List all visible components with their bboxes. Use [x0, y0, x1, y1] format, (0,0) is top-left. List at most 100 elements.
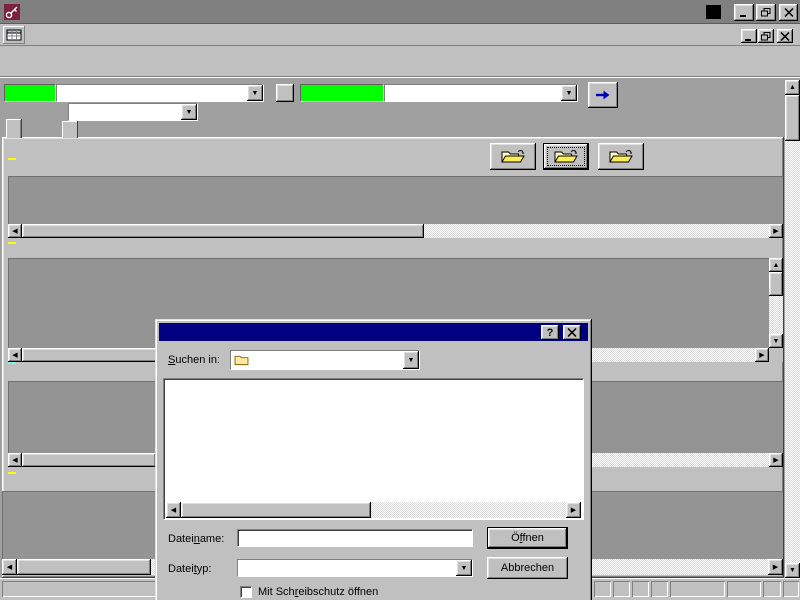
restore-icon — [761, 32, 771, 41]
scroll-right-icon[interactable]: ▶ — [768, 559, 783, 575]
blue-arrow-right-icon — [594, 88, 612, 102]
referenz-combobox[interactable]: ▼ — [56, 84, 264, 102]
cancel-button-label: Abbrechen — [501, 562, 554, 574]
scroll-left-icon[interactable]: ◀ — [166, 502, 181, 518]
suchen-in-label: Suchen in: — [168, 354, 220, 366]
status-nf-indicator — [727, 581, 761, 597]
file-list-hscrollbar[interactable]: ◀ ▶ — [166, 502, 581, 518]
title-bar — [0, 0, 800, 24]
scroll-left-icon[interactable]: ◀ — [2, 559, 17, 575]
close-icon — [780, 32, 790, 41]
open-button[interactable]: Öffnen — [487, 527, 568, 549]
open-file-button-3[interactable] — [598, 143, 644, 170]
access-key-icon — [4, 4, 20, 20]
objekte-section-label — [8, 158, 16, 160]
chevron-down-icon[interactable]: ▼ — [456, 560, 472, 576]
minimize-icon — [744, 32, 754, 41]
menu-bar — [0, 24, 800, 46]
tab-daten[interactable] — [6, 119, 22, 138]
form-vscrollbar[interactable]: ▲ ▼ — [785, 80, 800, 578]
scrollbar-thumb[interactable] — [17, 559, 151, 575]
toolbar — [0, 46, 800, 78]
vorgaenge-vscrollbar[interactable]: ▲ ▼ — [769, 258, 783, 348]
go-button[interactable] — [588, 82, 618, 108]
open-button-label: Öffnen — [511, 532, 544, 544]
readonly-checkbox-row: Mit Schreibschutz öffnen — [240, 586, 378, 598]
open-file-button-1[interactable] — [490, 143, 536, 170]
chevron-down-icon[interactable]: ▼ — [247, 85, 263, 101]
filetype-value — [238, 560, 456, 576]
file-list[interactable]: ◀ ▶ — [163, 378, 584, 520]
referenz-joker-combobox[interactable]: ▼ — [384, 84, 578, 102]
referenz-joker-value[interactable] — [385, 85, 561, 101]
scrollbar-thumb[interactable] — [22, 224, 424, 238]
dateityp-label: Dateityp: — [168, 563, 211, 575]
folder-icon — [234, 354, 249, 366]
status-panel — [651, 581, 668, 597]
open-file-button-2[interactable] — [543, 143, 589, 170]
status-panel — [783, 581, 799, 597]
filetype-combobox[interactable]: ▼ — [237, 559, 473, 577]
close-icon — [784, 8, 794, 17]
form-view-icon[interactable] — [3, 26, 25, 44]
status-panel — [594, 581, 611, 597]
scrollbar-thumb[interactable] — [22, 453, 156, 467]
cancel-button[interactable]: Abbrechen — [487, 557, 568, 579]
title-bar-black-box — [706, 5, 721, 19]
filename-input[interactable] — [237, 529, 473, 547]
open-folder-icon — [608, 148, 634, 165]
scrollbar-thumb[interactable] — [785, 95, 800, 141]
scroll-right-icon[interactable]: ▶ — [769, 224, 783, 238]
readonly-checkbox-label: Mit Schreibschutz öffnen — [258, 586, 378, 598]
restore-button[interactable] — [756, 4, 776, 21]
scroll-down-icon[interactable]: ▼ — [785, 563, 800, 578]
scroll-right-icon[interactable]: ▶ — [566, 502, 581, 518]
open-folder-icon — [500, 148, 526, 165]
mdi-minimize-button[interactable] — [741, 29, 757, 43]
scroll-left-icon[interactable]: ◀ — [8, 224, 22, 238]
referenz-value[interactable] — [57, 85, 247, 101]
restore-icon — [761, 8, 771, 17]
scroll-right-icon[interactable]: ▶ — [769, 453, 783, 467]
access-window: ▼ ▼ ▼ ◀ ▶ ▲ ▼ ◀ ▶ ◀ — [0, 0, 800, 600]
file-dialog: ? Suchen in: ▼ ◀ ▶ Dateiname: Öffnen Dat… — [155, 319, 592, 600]
chevron-down-icon[interactable]: ▼ — [403, 351, 419, 369]
kurzname-combobox[interactable]: ▼ — [68, 103, 198, 121]
status-panel — [632, 581, 649, 597]
scrollbar-thumb[interactable] — [181, 502, 371, 518]
minimize-icon — [739, 8, 749, 17]
dateiname-label: Dateiname: — [168, 533, 224, 545]
look-in-combobox[interactable]: ▼ — [230, 350, 420, 370]
open-folder-icon — [553, 148, 579, 165]
mdi-close-button[interactable] — [777, 29, 793, 43]
dialog-close-button[interactable] — [563, 325, 581, 340]
status-panel — [763, 581, 781, 597]
status-panel — [670, 581, 725, 597]
tab-weiteres[interactable] — [62, 121, 78, 138]
w-button[interactable] — [276, 84, 294, 102]
scroll-left-icon[interactable]: ◀ — [8, 348, 22, 362]
lieferscheine-section-label — [8, 472, 16, 474]
minimize-button[interactable] — [734, 4, 754, 21]
scroll-left-icon[interactable]: ◀ — [8, 453, 22, 467]
objekte-hscrollbar[interactable]: ◀ ▶ — [8, 224, 783, 238]
mdi-restore-button[interactable] — [758, 29, 774, 43]
dialog-help-button[interactable]: ? — [541, 325, 559, 340]
vorgaenge-section-label — [8, 242, 16, 244]
referenz-joker-label — [300, 84, 384, 102]
kurzname-label — [6, 106, 68, 120]
kurzname-value[interactable] — [69, 104, 181, 120]
archiv-section-label — [8, 362, 16, 364]
readonly-checkbox[interactable] — [240, 586, 252, 598]
dialog-title-bar — [159, 323, 588, 341]
chevron-down-icon[interactable]: ▼ — [561, 85, 577, 101]
scroll-up-icon[interactable]: ▲ — [785, 80, 800, 95]
chevron-down-icon[interactable]: ▼ — [181, 104, 197, 120]
referenz-label — [4, 84, 56, 102]
close-icon — [567, 328, 577, 337]
scroll-up-icon[interactable]: ▲ — [769, 258, 783, 272]
scroll-down-icon[interactable]: ▼ — [769, 334, 783, 348]
scroll-right-icon[interactable]: ▶ — [755, 348, 769, 362]
close-button[interactable] — [779, 4, 798, 21]
scrollbar-thumb[interactable] — [769, 272, 783, 296]
